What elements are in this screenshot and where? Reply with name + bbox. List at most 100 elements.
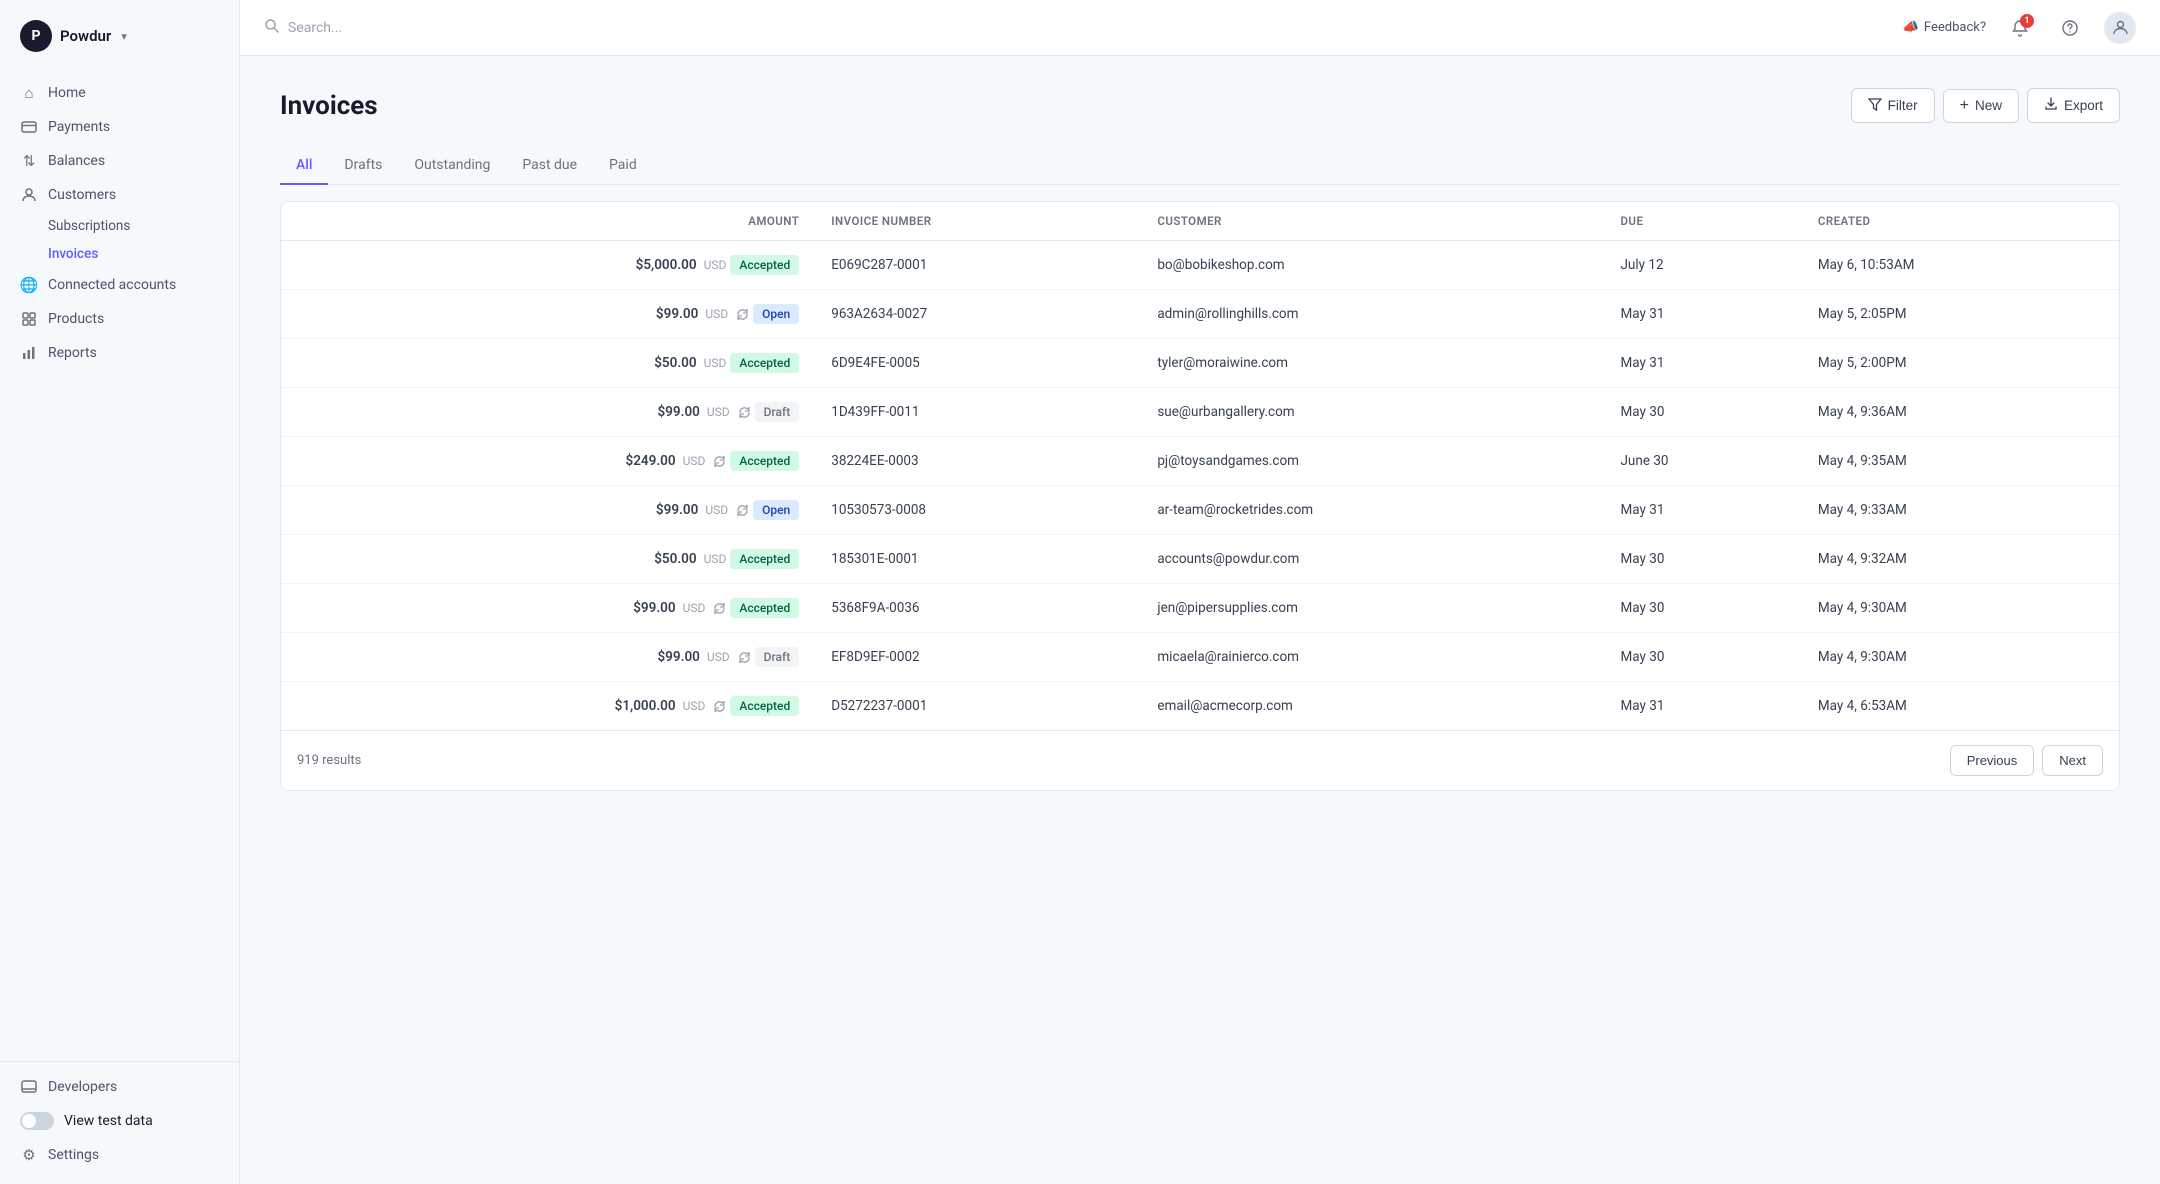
tab-outstanding[interactable]: Outstanding: [398, 147, 506, 185]
sidebar-item-label: Connected accounts: [48, 277, 176, 293]
currency-label: USD: [683, 454, 706, 468]
cell-created: May 4, 9:35AM: [1802, 437, 2119, 486]
currency-label: USD: [707, 650, 730, 664]
sidebar-item-balances[interactable]: ⇅ Balances: [0, 144, 239, 178]
cell-due: May 30: [1604, 584, 1801, 633]
status-badge: Accepted: [730, 451, 799, 471]
user-avatar[interactable]: [2104, 12, 2136, 44]
table-row[interactable]: $1,000.00 USD Accepted D5272237-0001 ema…: [281, 682, 2119, 731]
cell-created: May 4, 6:53AM: [1802, 682, 2119, 731]
cell-customer: micaela@rainierco.com: [1141, 633, 1604, 682]
search-icon: [264, 18, 280, 38]
filter-button[interactable]: Filter: [1851, 88, 1935, 123]
sidebar: P Powdur ▾ ⌂ Home Payments ⇅ Balances Cu…: [0, 0, 240, 1184]
recurring-icon: [738, 406, 751, 419]
table-row[interactable]: $99.00 USD Open 10530573-0008 ar-team@ro…: [281, 486, 2119, 535]
status-badge: Accepted: [730, 598, 799, 618]
table-row[interactable]: $99.00 USD Open 963A2634-0027 admin@roll…: [281, 290, 2119, 339]
currency-label: USD: [705, 503, 728, 517]
cell-invoice-number: 963A2634-0027: [815, 290, 1141, 339]
main-content: Search... 📣 Feedback? 1 Invoices: [240, 0, 2160, 1184]
header-actions: Filter + New Export: [1851, 88, 2120, 123]
tab-all[interactable]: All: [280, 147, 328, 185]
cell-invoice-number: 10530573-0008: [815, 486, 1141, 535]
cell-amount: $1,000.00 USD Accepted: [281, 682, 815, 731]
payments-icon: [20, 118, 38, 136]
currency-label: USD: [704, 356, 727, 370]
toggle-switch[interactable]: [20, 1112, 54, 1130]
sidebar-item-subscriptions[interactable]: Subscriptions: [0, 212, 239, 240]
cell-invoice-number: D5272237-0001: [815, 682, 1141, 731]
previous-button[interactable]: Previous: [1950, 745, 2035, 776]
currency-label: USD: [707, 405, 730, 419]
table-row[interactable]: $50.00 USD Accepted 6D9E4FE-0005 tyler@m…: [281, 339, 2119, 388]
cell-customer: ar-team@rocketrides.com: [1141, 486, 1604, 535]
cell-due: May 31: [1604, 682, 1801, 731]
new-button[interactable]: + New: [1943, 89, 2019, 123]
sidebar-item-home[interactable]: ⌂ Home: [0, 76, 239, 110]
export-button[interactable]: Export: [2027, 88, 2120, 123]
table-row[interactable]: $99.00 USD Accepted 5368F9A-0036 jen@pip…: [281, 584, 2119, 633]
cell-amount: $99.00 USD Accepted: [281, 584, 815, 633]
amount-value: $249.00: [625, 453, 675, 469]
sidebar-item-developers[interactable]: Developers: [0, 1070, 239, 1104]
topbar-right: 📣 Feedback? 1: [1903, 12, 2136, 44]
company-logo[interactable]: P Powdur ▾: [0, 0, 239, 68]
sidebar-item-reports[interactable]: Reports: [0, 336, 239, 370]
feedback-button[interactable]: 📣 Feedback?: [1903, 20, 1986, 35]
currency-label: USD: [704, 258, 727, 272]
status-badge: Accepted: [730, 696, 799, 716]
help-button[interactable]: [2054, 12, 2086, 44]
sidebar-sub-label: Invoices: [48, 246, 98, 262]
tab-drafts[interactable]: Drafts: [328, 147, 398, 185]
notification-badge: 1: [2020, 14, 2034, 28]
sidebar-divider: [0, 1061, 239, 1062]
company-name: Powdur: [60, 27, 111, 45]
tab-paid[interactable]: Paid: [593, 147, 653, 185]
cell-due: June 30: [1604, 437, 1801, 486]
sidebar-item-connected-accounts[interactable]: 🌐 Connected accounts: [0, 268, 239, 302]
cell-amount: $5,000.00 USD Accepted: [281, 241, 815, 290]
cell-customer: pj@toysandgames.com: [1141, 437, 1604, 486]
reports-icon: [20, 344, 38, 362]
cell-created: May 4, 9:32AM: [1802, 535, 2119, 584]
cell-due: May 30: [1604, 388, 1801, 437]
cell-customer: bo@bobikeshop.com: [1141, 241, 1604, 290]
currency-label: USD: [705, 307, 728, 321]
toggle-knob: [22, 1114, 36, 1128]
col-amount: AMOUNT: [281, 202, 815, 241]
next-button[interactable]: Next: [2042, 745, 2103, 776]
amount-value: $1,000.00: [615, 698, 676, 714]
sidebar-nav: ⌂ Home Payments ⇅ Balances Customers Sub…: [0, 68, 239, 378]
table-row[interactable]: $249.00 USD Accepted 38224EE-0003 pj@toy…: [281, 437, 2119, 486]
new-label: New: [1975, 98, 2002, 113]
tab-past-due[interactable]: Past due: [506, 147, 593, 185]
results-count: 919 results: [297, 753, 361, 768]
cell-customer: email@acmecorp.com: [1141, 682, 1604, 731]
sidebar-item-label: Payments: [48, 119, 110, 135]
sidebar-item-settings[interactable]: ⚙ Settings: [0, 1138, 239, 1172]
view-test-data-toggle[interactable]: View test data: [0, 1104, 239, 1138]
cell-due: May 31: [1604, 339, 1801, 388]
table-row[interactable]: $5,000.00 USD Accepted E069C287-0001 bo@…: [281, 241, 2119, 290]
sidebar-item-products[interactable]: Products: [0, 302, 239, 336]
cell-amount: $50.00 USD Accepted: [281, 339, 815, 388]
sidebar-item-payments[interactable]: Payments: [0, 110, 239, 144]
home-icon: ⌂: [20, 84, 38, 102]
logo-avatar: P: [20, 20, 52, 52]
balances-icon: ⇅: [20, 152, 38, 170]
cell-amount: $249.00 USD Accepted: [281, 437, 815, 486]
cell-customer: admin@rollinghills.com: [1141, 290, 1604, 339]
table-row[interactable]: $50.00 USD Accepted 185301E-0001 account…: [281, 535, 2119, 584]
cell-created: May 5, 2:05PM: [1802, 290, 2119, 339]
sidebar-item-invoices[interactable]: Invoices: [0, 240, 239, 268]
table-row[interactable]: $99.00 USD Draft 1D439FF-0011 sue@urbang…: [281, 388, 2119, 437]
table-row[interactable]: $99.00 USD Draft EF8D9EF-0002 micaela@ra…: [281, 633, 2119, 682]
filter-label: Filter: [1888, 98, 1918, 113]
cell-created: May 6, 10:53AM: [1802, 241, 2119, 290]
col-invoice-number: INVOICE NUMBER: [815, 202, 1141, 241]
filter-icon: [1868, 97, 1882, 114]
notification-button[interactable]: 1: [2004, 12, 2036, 44]
search-bar[interactable]: Search...: [264, 18, 1887, 38]
sidebar-item-customers[interactable]: Customers: [0, 178, 239, 212]
